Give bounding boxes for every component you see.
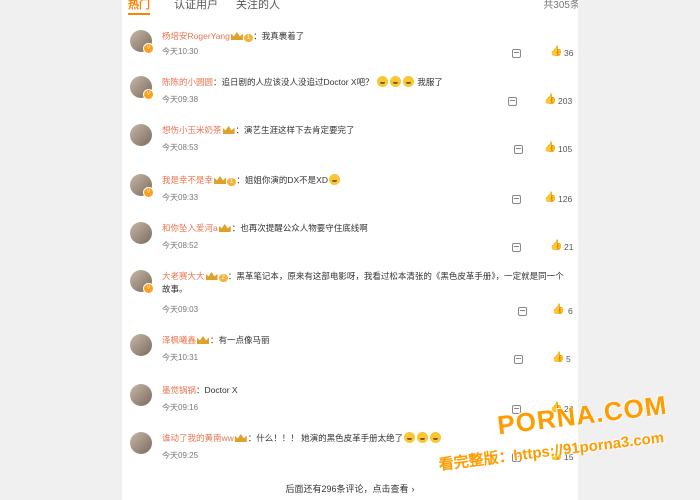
- comment-line: 想伤小玉米奶茶 ：演艺生涯这样下去肯定要完了: [162, 124, 572, 137]
- comment-tabs: 热门 认证用户 关注的人 共305条: [122, 0, 578, 16]
- reply-icon[interactable]: [518, 307, 527, 316]
- crying-laugh-emoji-icon: [376, 76, 388, 87]
- reply-icon[interactable]: [512, 49, 521, 58]
- verified-badge-icon: v: [143, 187, 154, 198]
- like-icon[interactable]: 👍: [544, 94, 556, 105]
- comment-suffix: 我服了: [417, 77, 443, 87]
- like-count: 5: [566, 354, 571, 364]
- level-badge: 1: [227, 178, 237, 186]
- username[interactable]: 谁动了我的黄南ww: [162, 433, 234, 443]
- like-icon[interactable]: 👍: [552, 352, 564, 363]
- reply-icon[interactable]: [514, 355, 523, 364]
- username[interactable]: 墨觉锅锅: [162, 385, 196, 395]
- crown-icon: [218, 224, 231, 232]
- load-more-label: 后面还有296条评论，点击查看: [285, 484, 409, 494]
- comment-time: 今天09:38: [162, 95, 199, 104]
- crown-icon: [230, 32, 243, 40]
- total-comments: 共305条: [543, 0, 578, 11]
- reply-icon[interactable]: [514, 145, 523, 154]
- like-icon[interactable]: 👍: [550, 240, 562, 251]
- username[interactable]: 想伤小玉米奶茶: [162, 125, 222, 135]
- like-icon[interactable]: 👍: [550, 46, 562, 57]
- crying-laugh-emoji-icon: [417, 432, 429, 443]
- comment-time: 今天08:53: [162, 143, 199, 152]
- crown-icon: [205, 272, 218, 280]
- comment-time: 今天09:25: [162, 451, 199, 460]
- comment-text: ：我真裹着了: [253, 31, 305, 41]
- comment-line: 泽枫曦鑫 ：有一点像马丽: [162, 334, 572, 347]
- reply-icon[interactable]: [512, 243, 521, 252]
- comment-time: 今天08:52: [162, 241, 199, 250]
- like-count: 105: [558, 144, 573, 154]
- crown-icon: [214, 176, 227, 184]
- reply-icon[interactable]: [508, 97, 517, 106]
- smile-emoji-icon: [328, 174, 340, 185]
- crown-icon: [197, 336, 210, 344]
- chevron-right-icon: ›: [411, 484, 415, 494]
- verified-badge-icon: v: [143, 283, 154, 294]
- comment-text: ：姐姐你演的DX不是XD: [236, 175, 328, 185]
- reply-icon[interactable]: [512, 195, 521, 204]
- comment-text: ：Doctor X: [196, 385, 238, 395]
- comment-line: 墨觉锅锅：Doctor X: [162, 384, 572, 397]
- avatar[interactable]: [130, 222, 152, 244]
- avatar[interactable]: v: [130, 30, 154, 54]
- username[interactable]: 我是幸不是幸: [162, 175, 213, 185]
- load-more-comments[interactable]: 后面还有296条评论，点击查看 ›: [122, 482, 578, 495]
- avatar[interactable]: v: [130, 76, 154, 100]
- avatar[interactable]: [130, 124, 152, 146]
- crown-icon: [234, 434, 247, 442]
- comment-line: 大老赛大大 2 ：黑革笔记本，原来有这部电影呀，我看过松本清张的《黑色皮革手册》，一…: [162, 270, 572, 296]
- tab-followed[interactable]: 关注的人: [236, 0, 280, 12]
- tab-hot-underline: [128, 13, 150, 15]
- comment-line: 和你坠入爱河a ：也再次提醒公众人物要守住底线啊: [162, 222, 572, 235]
- comment-text: ：演艺生涯这样下去肯定要完了: [235, 125, 355, 135]
- comment-line: 杨培安RogerYang 1 ：我真裹着了: [162, 30, 572, 43]
- comment-time: 今天09:03: [162, 305, 199, 314]
- comment-time: 今天09:33: [162, 193, 199, 202]
- crying-laugh-emoji-icon: [430, 432, 442, 443]
- username[interactable]: 和你坠入爱河a: [162, 223, 218, 233]
- tab-hot[interactable]: 热门: [128, 0, 150, 12]
- like-count: 126: [558, 194, 573, 204]
- crying-laugh-emoji-icon: [402, 76, 414, 87]
- like-count: 203: [558, 96, 573, 106]
- like-count: 21: [564, 242, 574, 252]
- comment-text: ：追日剧的人应该没人没追过Doctor X吧？: [213, 77, 374, 87]
- username[interactable]: 陈陈的小圆圆: [162, 77, 213, 87]
- comment-time: 今天09:16: [162, 403, 199, 412]
- comment-time: 今天10:30: [162, 47, 199, 56]
- avatar[interactable]: v: [130, 270, 154, 294]
- avatar[interactable]: v: [130, 174, 154, 198]
- level-badge: 1: [243, 34, 254, 42]
- username[interactable]: 杨培安RogerYang: [162, 31, 230, 41]
- username[interactable]: 大老赛大大: [162, 271, 205, 281]
- username[interactable]: 泽枫曦鑫: [162, 335, 196, 345]
- crying-laugh-emoji-icon: [389, 76, 401, 87]
- verified-badge-icon: v: [143, 89, 154, 100]
- crown-icon: [222, 126, 235, 134]
- like-icon[interactable]: 👍: [544, 192, 556, 203]
- avatar[interactable]: [130, 432, 152, 454]
- like-icon[interactable]: 👍: [552, 304, 564, 315]
- avatar[interactable]: [130, 334, 152, 356]
- level-badge: 2: [218, 274, 228, 282]
- like-count: 36: [564, 48, 574, 58]
- comment-line: 我是幸不是幸 1 ：姐姐你演的DX不是XD: [162, 174, 572, 187]
- comment-text: ：有一点像马丽: [210, 335, 270, 345]
- comment-line: 陈陈的小圆圆：追日剧的人应该没人没追过Doctor X吧？ 我服了: [162, 76, 572, 89]
- comment-text: ：什么！！！ 她演的黑色皮革手册太绝了: [247, 433, 404, 443]
- avatar[interactable]: [130, 384, 152, 406]
- like-count: 6: [568, 306, 573, 316]
- like-icon[interactable]: 👍: [544, 142, 556, 153]
- comment-time: 今天10:31: [162, 353, 199, 362]
- comment-text: ：也再次提醒公众人物要守住底线啊: [231, 223, 368, 233]
- crying-laugh-emoji-icon: [404, 432, 416, 443]
- verified-badge-icon: v: [143, 43, 154, 54]
- tab-verified-users[interactable]: 认证用户: [174, 0, 218, 12]
